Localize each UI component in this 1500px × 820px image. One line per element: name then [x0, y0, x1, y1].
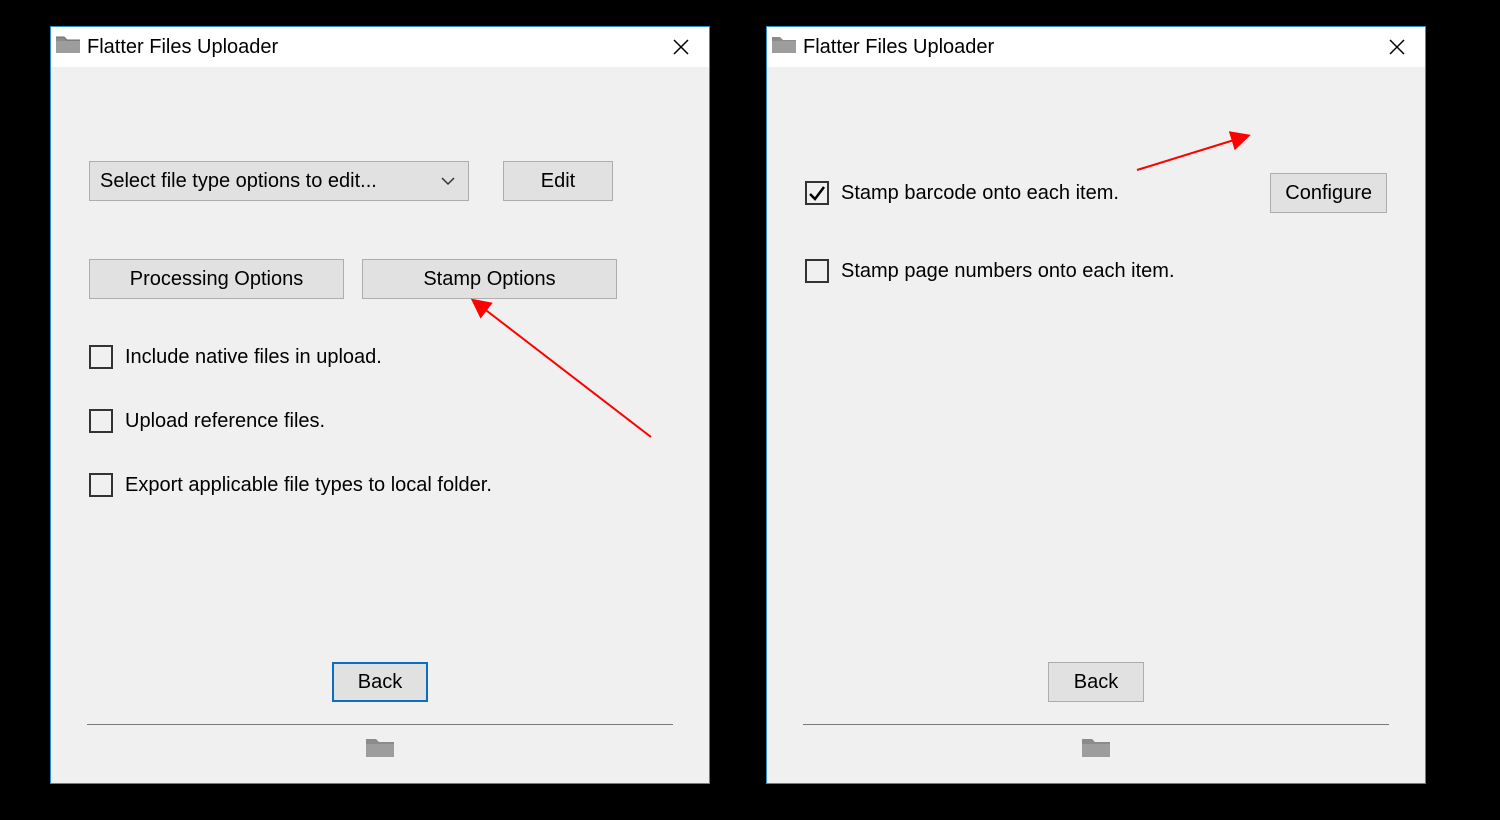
- configure-button[interactable]: Configure: [1270, 173, 1387, 213]
- close-button[interactable]: [661, 38, 701, 56]
- folder-icon: [55, 33, 81, 61]
- stamp-barcode-row: Stamp barcode onto each item. Configure: [805, 173, 1387, 213]
- edit-button-label: Edit: [541, 170, 575, 193]
- canvas: Flatter Files Uploader Select file type …: [0, 0, 1500, 820]
- processing-options-label: Processing Options: [130, 268, 303, 291]
- edit-button[interactable]: Edit: [503, 161, 613, 201]
- footer-divider: [803, 724, 1389, 725]
- window-body: Stamp barcode onto each item. Configure …: [767, 67, 1425, 783]
- export-local-checkbox[interactable]: [89, 473, 113, 497]
- upload-reference-row: Upload reference files.: [89, 409, 671, 433]
- filetype-dropdown-label: Select file type options to edit...: [100, 170, 377, 193]
- file-options-checks: Include native files in upload. Upload r…: [89, 345, 671, 497]
- titlebar: Flatter Files Uploader: [767, 27, 1425, 67]
- stamp-page-numbers-checkbox[interactable]: [805, 259, 829, 283]
- filetype-row: Select file type options to edit... Edit: [89, 161, 671, 201]
- stamp-barcode-label: Stamp barcode onto each item.: [841, 182, 1119, 205]
- include-native-row: Include native files in upload.: [89, 345, 671, 369]
- stamp-page-numbers-row: Stamp page numbers onto each item.: [805, 259, 1387, 283]
- upload-reference-label: Upload reference files.: [125, 410, 325, 433]
- stamp-barcode-checkbox[interactable]: [805, 181, 829, 205]
- window-stamp-options: Flatter Files Uploader Stamp barcode ont…: [766, 26, 1426, 784]
- filetype-dropdown[interactable]: Select file type options to edit...: [89, 161, 469, 201]
- titlebar: Flatter Files Uploader: [51, 27, 709, 67]
- footer: Back: [767, 662, 1425, 765]
- include-native-label: Include native files in upload.: [125, 346, 382, 369]
- window-file-options: Flatter Files Uploader Select file type …: [50, 26, 710, 784]
- footer-folder-icon: [1081, 735, 1111, 765]
- checkmark-icon: [808, 184, 826, 202]
- stamp-options-button[interactable]: Stamp Options: [362, 259, 617, 299]
- window-title: Flatter Files Uploader: [803, 36, 994, 59]
- upload-reference-checkbox[interactable]: [89, 409, 113, 433]
- back-button[interactable]: Back: [332, 662, 428, 702]
- include-native-checkbox[interactable]: [89, 345, 113, 369]
- processing-options-button[interactable]: Processing Options: [89, 259, 344, 299]
- back-button-label: Back: [1074, 671, 1118, 694]
- close-icon: [1388, 38, 1406, 56]
- stamp-options-label: Stamp Options: [423, 268, 555, 291]
- back-button[interactable]: Back: [1048, 662, 1144, 702]
- footer-folder-icon: [365, 735, 395, 765]
- close-button[interactable]: [1377, 38, 1417, 56]
- export-local-label: Export applicable file types to local fo…: [125, 474, 492, 497]
- options-buttons-row: Processing Options Stamp Options: [89, 259, 671, 299]
- window-title: Flatter Files Uploader: [87, 36, 278, 59]
- close-icon: [672, 38, 690, 56]
- stamp-page-numbers-label: Stamp page numbers onto each item.: [841, 260, 1175, 283]
- footer: Back: [51, 662, 709, 765]
- export-local-row: Export applicable file types to local fo…: [89, 473, 671, 497]
- chevron-down-icon: [440, 162, 456, 200]
- back-button-label: Back: [358, 671, 402, 694]
- window-body: Select file type options to edit... Edit…: [51, 67, 709, 783]
- folder-icon: [771, 33, 797, 61]
- footer-divider: [87, 724, 673, 725]
- configure-button-label: Configure: [1285, 182, 1372, 205]
